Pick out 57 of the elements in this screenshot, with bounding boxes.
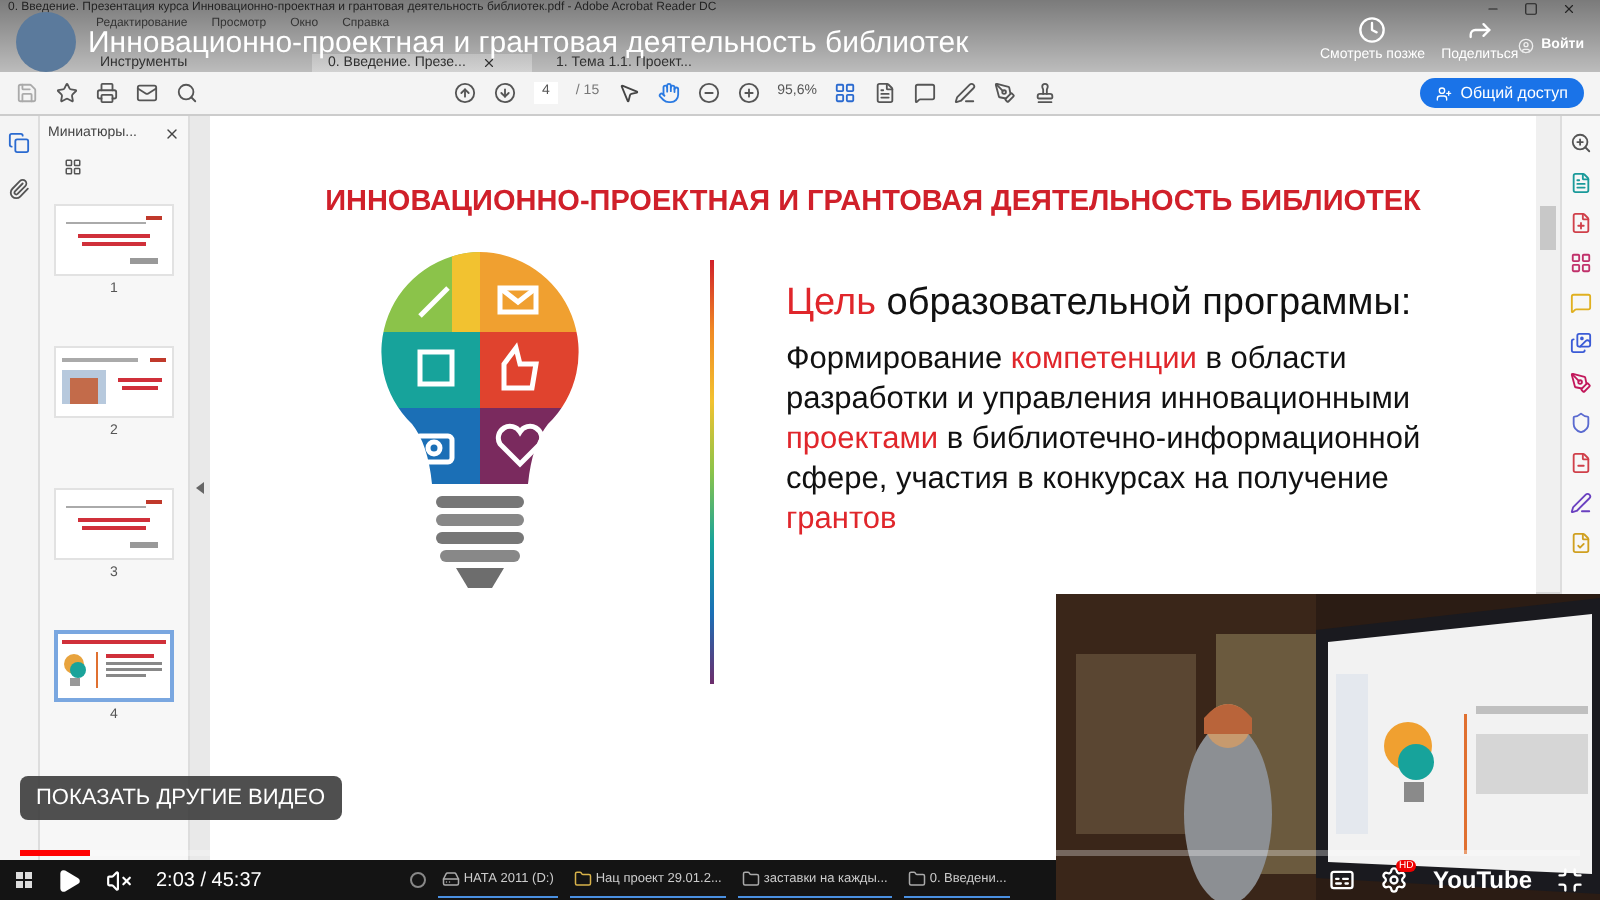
slide-heading: ИННОВАЦИОННО-ПРОЕКТНАЯ И ГРАНТОВАЯ ДЕЯТЕЛЬНОСТЬ БИБЛИОТЕК bbox=[325, 184, 1421, 220]
user-icon bbox=[1436, 85, 1453, 101]
pages-icon[interactable] bbox=[8, 132, 30, 154]
pen-icon[interactable] bbox=[1570, 372, 1592, 394]
page-thumbnail[interactable] bbox=[54, 630, 174, 702]
goal-description: Формирование компетенции в области разработки и управления инновационными проектами в библиотечно-информационной сфере, участия в конкурсах на получение грантов bbox=[786, 340, 1423, 540]
clock-icon bbox=[1358, 16, 1387, 44]
comment-icon[interactable] bbox=[914, 82, 937, 104]
layout-icon[interactable] bbox=[1570, 252, 1592, 274]
stamp-icon[interactable] bbox=[1034, 82, 1057, 104]
zoom-icon[interactable] bbox=[1570, 132, 1592, 154]
options-icon[interactable] bbox=[64, 157, 82, 175]
account-icon bbox=[1517, 38, 1534, 54]
zoom-in-icon[interactable] bbox=[737, 82, 760, 104]
search-icon[interactable] bbox=[176, 82, 198, 104]
close-tab-icon[interactable] bbox=[481, 56, 496, 70]
next-page-icon[interactable] bbox=[494, 82, 516, 104]
close-icon[interactable] bbox=[1562, 1, 1576, 15]
scroll-mode-icon[interactable] bbox=[874, 82, 897, 104]
hand-tool-icon[interactable] bbox=[657, 82, 680, 104]
print-icon[interactable] bbox=[96, 82, 118, 104]
previous-page-icon[interactable] bbox=[454, 82, 476, 104]
maximize-icon[interactable] bbox=[1524, 1, 1538, 15]
share-button[interactable]: Общий доступ bbox=[1420, 78, 1584, 108]
attachment-icon[interactable] bbox=[8, 178, 30, 200]
mail-icon[interactable] bbox=[136, 82, 158, 104]
scrollbar[interactable] bbox=[1536, 116, 1560, 592]
document-icon[interactable] bbox=[1570, 452, 1592, 474]
sign-icon[interactable] bbox=[994, 82, 1017, 104]
drive-icon bbox=[441, 870, 460, 888]
exit-fullscreen-icon[interactable] bbox=[1556, 866, 1584, 894]
muted-icon[interactable] bbox=[106, 867, 132, 893]
folder-icon bbox=[573, 870, 592, 888]
document-icon[interactable] bbox=[1570, 172, 1592, 194]
close-icon[interactable] bbox=[164, 126, 180, 142]
collapse-arrow-icon[interactable] bbox=[196, 482, 204, 494]
zoom-out-icon[interactable] bbox=[697, 82, 720, 104]
goal-title: Цель образовательной программы: bbox=[786, 280, 1414, 328]
folder-icon bbox=[741, 870, 760, 888]
youtube-logo[interactable]: YouTube bbox=[1432, 866, 1532, 894]
shield-icon[interactable] bbox=[1570, 412, 1592, 434]
more-videos-button[interactable]: ПОКАЗАТЬ ДРУГИЕ ВИДЕО bbox=[20, 776, 342, 820]
page-layout-icon[interactable] bbox=[834, 82, 857, 104]
folder-icon bbox=[907, 870, 926, 888]
star-icon[interactable] bbox=[56, 82, 78, 104]
pen-icon[interactable] bbox=[954, 82, 977, 104]
signature-icon[interactable] bbox=[1570, 492, 1592, 514]
task-view-icon[interactable] bbox=[409, 872, 426, 888]
add-document-icon[interactable] bbox=[1570, 212, 1592, 234]
pointer-tool-icon[interactable] bbox=[617, 82, 640, 104]
play-icon[interactable] bbox=[56, 867, 82, 893]
windows-icon[interactable] bbox=[16, 872, 32, 888]
video-time: 2:03 / 45:37 bbox=[156, 867, 262, 895]
subtitles-icon[interactable] bbox=[1328, 866, 1357, 894]
scrollbar-thumb[interactable] bbox=[1540, 206, 1556, 250]
settings-icon[interactable] bbox=[1380, 866, 1409, 894]
images-icon[interactable] bbox=[1570, 332, 1592, 354]
